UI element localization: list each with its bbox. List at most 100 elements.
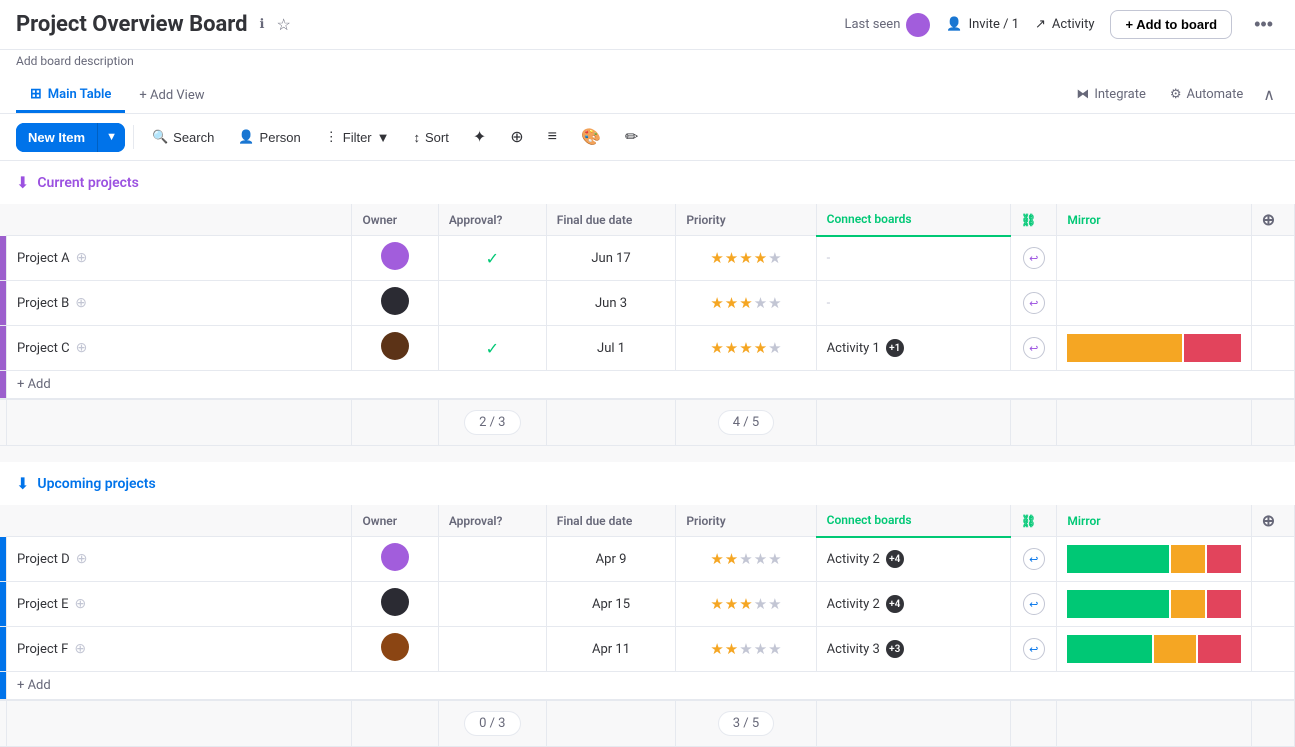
add-sub-item-icon[interactable]: ⊕ <box>76 250 88 266</box>
uadd-col-icon[interactable]: ⊕ <box>1262 511 1275 530</box>
tool-btn-5[interactable]: ✦ <box>463 122 496 152</box>
row-priority-cell[interactable]: ★★★★★ <box>676 537 816 582</box>
add-sub-item-icon[interactable]: ⊕ <box>74 641 86 657</box>
connect-badge[interactable]: +4 <box>886 550 904 568</box>
link-chain-icon: ⛓ <box>1021 213 1036 227</box>
row-connect-cell[interactable]: - <box>816 236 1010 281</box>
integrate-button[interactable]: ⧓ Integrate <box>1068 83 1154 106</box>
row-add-cell <box>1251 627 1294 672</box>
add-row-label[interactable]: + Add <box>6 371 1294 400</box>
connect-text[interactable]: Activity 2 <box>827 552 880 567</box>
row-add-cell <box>1251 326 1294 371</box>
row-due-cell[interactable]: Jun 3 <box>546 281 676 326</box>
row-approval-cell[interactable] <box>438 627 546 672</box>
upcoming-section-expand-icon[interactable]: ⬇ <box>16 474 29 493</box>
row-approval-cell[interactable] <box>438 281 546 326</box>
connect-text[interactable]: Activity 3 <box>827 642 880 657</box>
star-0: ★ <box>710 339 723 357</box>
row-priority-cell[interactable]: ★★★★★ <box>676 281 816 326</box>
add-sub-item-icon[interactable]: ⊕ <box>76 340 88 356</box>
row-priority-cell[interactable]: ★★★★★ <box>676 236 816 281</box>
new-item-dropdown[interactable]: ▼ <box>98 123 125 152</box>
link-icon[interactable]: ↩ <box>1023 337 1045 359</box>
row-link-cell: ↩ <box>1010 326 1056 371</box>
add-row-label[interactable]: + Add <box>6 672 1294 701</box>
row-approval-cell[interactable] <box>438 582 546 627</box>
connect-text[interactable]: Activity 1 <box>827 341 880 356</box>
row-owner-cell <box>352 627 438 672</box>
row-due-cell[interactable]: Apr 15 <box>546 582 676 627</box>
link-icon[interactable]: ↩ <box>1023 593 1045 615</box>
row-connect-cell[interactable]: Activity 2 +4 <box>816 582 1010 627</box>
row-priority-cell[interactable]: ★★★★★ <box>676 582 816 627</box>
col-header-add[interactable]: ⊕ <box>1251 204 1294 236</box>
row-approval-cell[interactable] <box>438 537 546 582</box>
tool-btn-9[interactable]: ✏ <box>615 122 648 152</box>
tool-btn-7[interactable]: ≡ <box>538 123 567 151</box>
collapse-button[interactable]: ∧ <box>1259 81 1279 109</box>
row-connect-cell[interactable]: - <box>816 281 1010 326</box>
more-options-button[interactable]: ••• <box>1248 10 1279 39</box>
owner-avatar[interactable] <box>381 588 409 616</box>
connect-badge[interactable]: +3 <box>886 640 904 658</box>
person-button[interactable]: 👤 Person <box>228 124 310 150</box>
star-icon[interactable]: ☆ <box>277 15 291 34</box>
add-sub-item-icon[interactable]: ⊕ <box>75 596 87 612</box>
row-due-cell[interactable]: Jun 17 <box>546 236 676 281</box>
summary-priority: 4 / 5 <box>676 399 816 446</box>
row-approval-cell[interactable]: ✓ <box>438 236 546 281</box>
filter-button[interactable]: ⋮ Filter ▼ <box>315 124 400 150</box>
row-priority-cell[interactable]: ★★★★★ <box>676 627 816 672</box>
tool-btn-8[interactable]: 🎨 <box>571 122 611 152</box>
row-approval-cell[interactable]: ✓ <box>438 326 546 371</box>
current-section-expand-icon[interactable]: ⬇ <box>16 173 29 192</box>
row-due-cell[interactable]: Jul 1 <box>546 326 676 371</box>
owner-avatar[interactable] <box>381 332 409 360</box>
upcoming-section-title: Upcoming projects <box>37 476 155 492</box>
ucol-header-link: ⛓ <box>1010 505 1056 537</box>
row-connect-cell[interactable]: Activity 2 +4 <box>816 537 1010 582</box>
connect-cell: Activity 2 +4 <box>827 550 1000 568</box>
link-icon[interactable]: ↩ <box>1023 292 1045 314</box>
row-name-cell: Project B ⊕ <box>6 281 351 326</box>
connect-badge[interactable]: +4 <box>886 595 904 613</box>
search-button[interactable]: 🔍 Search <box>142 124 224 150</box>
row-name-cell: Project A ⊕ <box>6 236 351 281</box>
add-sub-item-icon[interactable]: ⊕ <box>75 295 87 311</box>
tab-main-table[interactable]: ⊞ Main Table <box>16 76 125 113</box>
link-icon[interactable]: ↩ <box>1023 247 1045 269</box>
add-col-icon[interactable]: ⊕ <box>1262 210 1275 229</box>
tool-btn-6[interactable]: ⊕ <box>500 122 533 152</box>
connect-text[interactable]: Activity 2 <box>827 597 880 612</box>
new-item-button[interactable]: New Item <box>16 123 97 152</box>
activity-button[interactable]: ↗ Activity <box>1035 17 1094 32</box>
owner-avatar[interactable] <box>381 543 409 571</box>
info-icon[interactable]: ℹ <box>260 17 265 32</box>
board-description[interactable]: Add board description <box>0 50 1295 76</box>
invite-button[interactable]: 👤 Invite / 1 <box>946 17 1019 32</box>
add-view-button[interactable]: + Add View <box>125 78 218 111</box>
sort-button[interactable]: ↕ Sort <box>404 125 459 150</box>
add-sub-item-icon[interactable]: ⊕ <box>76 551 88 567</box>
row-due-cell[interactable]: Apr 11 <box>546 627 676 672</box>
mirror-cell <box>1067 635 1240 663</box>
row-connect-cell[interactable]: Activity 3 +3 <box>816 627 1010 672</box>
automate-button[interactable]: ⚙ Automate <box>1162 83 1251 106</box>
star-2: ★ <box>739 550 752 568</box>
owner-avatar[interactable] <box>381 242 409 270</box>
link-icon[interactable]: ↩ <box>1023 638 1045 660</box>
owner-avatar[interactable] <box>381 633 409 661</box>
row-priority-cell[interactable]: ★★★★★ <box>676 326 816 371</box>
current-table-header-row: Owner Approval? Final due date Priority … <box>0 204 1295 236</box>
add-to-board-button[interactable]: + Add to board <box>1110 10 1232 39</box>
ucol-header-priority: Priority <box>676 505 816 537</box>
row-due-cell[interactable]: Apr 9 <box>546 537 676 582</box>
star-1: ★ <box>725 339 738 357</box>
connect-badge[interactable]: +1 <box>886 339 904 357</box>
owner-avatar[interactable] <box>381 287 409 315</box>
ucol-header-add[interactable]: ⊕ <box>1251 505 1294 537</box>
link-icon[interactable]: ↩ <box>1023 548 1045 570</box>
star-0: ★ <box>710 294 723 312</box>
row-connect-cell[interactable]: Activity 1 +1 <box>816 326 1010 371</box>
last-seen-avatar <box>906 13 930 37</box>
